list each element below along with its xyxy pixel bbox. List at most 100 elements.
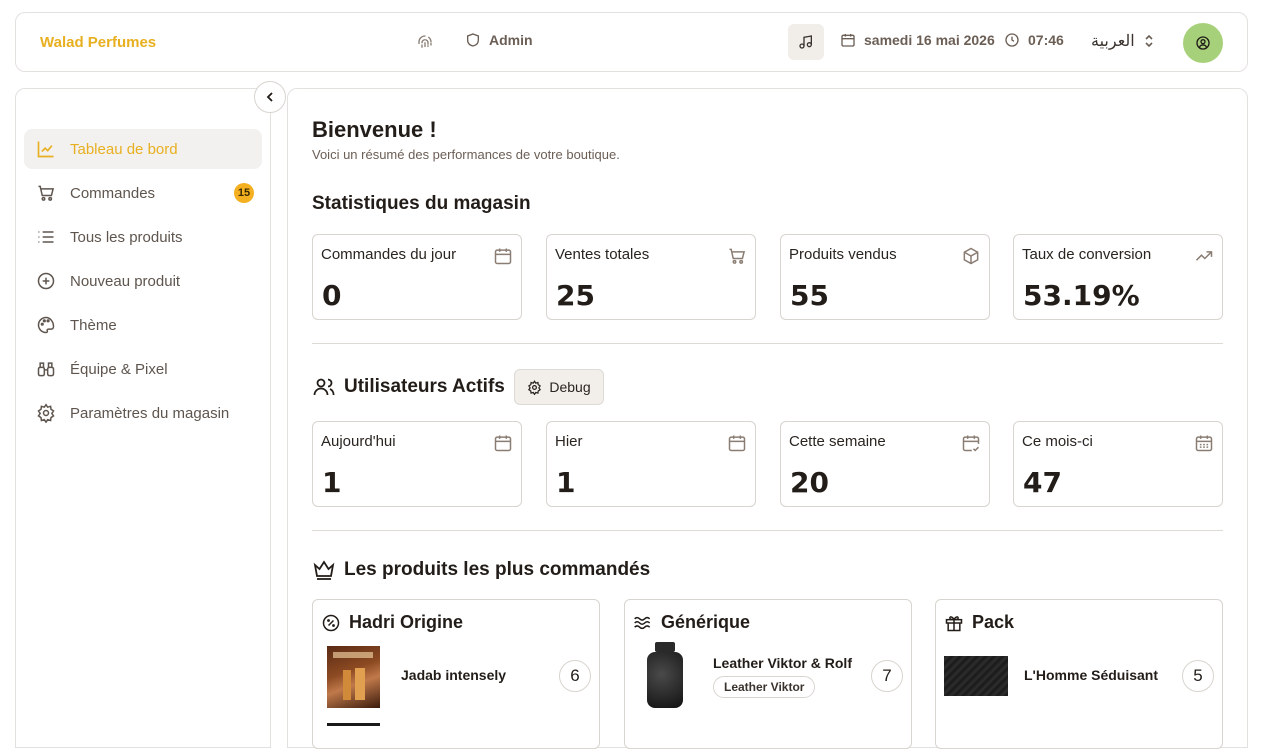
language-select[interactable]: العربية <box>1091 31 1155 51</box>
cart-icon <box>38 185 55 201</box>
sidebar-item-label: Tous les produits <box>70 228 183 246</box>
current-date: samedi 16 mai 2026 <box>840 32 995 48</box>
page-subtitle: Voici un résumé des performances de votr… <box>312 147 620 162</box>
store-stats-heading: Statistiques du magasin <box>312 193 531 215</box>
group-title: Générique <box>633 612 750 633</box>
calendar-icon <box>494 435 512 452</box>
user-circle-icon <box>1196 36 1210 50</box>
users-card-this-month: Ce mois-ci 47 <box>1013 421 1223 507</box>
sidebar-item-label: Commandes <box>70 184 156 202</box>
group-title-text: Générique <box>661 612 751 632</box>
sidebar-item-label: Tableau de bord <box>70 140 178 158</box>
fingerprint-icon[interactable] <box>416 33 434 51</box>
sidebar-item-label: Équipe & Pixel <box>70 360 168 378</box>
product-name: L'Homme Séduisant <box>1024 667 1159 683</box>
stat-value: 53.19% <box>1023 279 1140 312</box>
sidebar-item-all-products[interactable]: Tous les produits <box>24 217 262 257</box>
section-divider <box>312 530 1223 531</box>
section-divider <box>312 343 1223 344</box>
sidebar-collapse-button[interactable] <box>254 81 286 113</box>
product-name: Leather Viktor & Rolf <box>713 655 852 671</box>
percent-badge-icon <box>322 614 340 631</box>
gear-icon <box>37 403 55 423</box>
waves-icon <box>634 616 651 629</box>
calendar-check-icon <box>962 435 980 452</box>
brand-logo[interactable]: Walad Perfumes <box>40 34 156 51</box>
music-note-icon <box>799 35 812 49</box>
sidebar-item-orders[interactable]: Commandes 15 <box>24 173 262 213</box>
section-title: Les produits les plus commandés <box>344 559 651 580</box>
stat-value: 1 <box>322 466 342 499</box>
section-title: Statistiques du magasin <box>312 193 531 214</box>
gear-icon <box>528 379 542 395</box>
top-product-card-generique[interactable]: Générique Leather Viktor & Rolf Leather … <box>624 599 912 749</box>
palette-icon <box>37 316 55 334</box>
cart-icon <box>729 248 746 264</box>
sidebar: Tableau de bord Commandes 15 Tous les pr… <box>15 88 271 748</box>
top-product-card-hadri[interactable]: Hadri Origine Jadab intensely 6 <box>312 599 600 749</box>
stat-value: 20 <box>790 466 829 499</box>
calendar-icon <box>728 435 746 452</box>
user-avatar[interactable] <box>1183 23 1223 63</box>
group-title: Hadri Origine <box>321 612 463 633</box>
stat-label: Ventes totales <box>555 246 650 263</box>
shield-icon <box>467 33 479 47</box>
stat-card-conversion-rate: Taux de conversion 53.19% <box>1013 234 1223 320</box>
current-time: 07:46 <box>1004 32 1064 48</box>
sidebar-item-team-pixel[interactable]: Équipe & Pixel <box>24 349 262 389</box>
sidebar-item-new-product[interactable]: Nouveau produit <box>24 261 262 301</box>
role-label: Admin <box>489 32 533 48</box>
order-count: 6 <box>559 660 591 692</box>
top-products-heading: Les produits les plus commandés <box>312 558 650 582</box>
calendar-grid-icon <box>1195 435 1213 452</box>
stat-value: 1 <box>556 466 576 499</box>
sidebar-item-label: Paramètres du magasin <box>70 404 230 422</box>
page-title: Bienvenue ! <box>312 117 437 142</box>
stat-label: Taux de conversion <box>1022 246 1152 263</box>
stat-value: 25 <box>556 279 595 312</box>
top-product-card-pack[interactable]: Pack L'Homme Séduisant 5 <box>935 599 1223 749</box>
clock-icon <box>1005 33 1019 47</box>
group-title: Pack <box>944 612 1014 633</box>
order-count: 7 <box>871 660 903 692</box>
plus-circle-icon <box>37 272 55 290</box>
music-button[interactable] <box>788 24 824 60</box>
group-title-text: Hadri Origine <box>349 612 464 632</box>
gift-icon <box>945 615 963 631</box>
users-card-yesterday: Hier 1 <box>546 421 756 507</box>
stat-label: Commandes du jour <box>321 246 457 263</box>
product-name: Jadab intensely <box>401 667 507 683</box>
list-icon <box>38 231 54 243</box>
trending-up-icon <box>1195 251 1213 261</box>
date-label: samedi 16 mai 2026 <box>864 32 995 48</box>
product-image <box>327 646 380 708</box>
debug-button[interactable]: Debug <box>514 369 604 405</box>
sidebar-item-label: Thème <box>70 316 117 334</box>
chevron-up-down-icon <box>1145 34 1153 48</box>
role-indicator: Admin <box>465 32 533 48</box>
sidebar-item-theme[interactable]: Thème <box>24 305 262 345</box>
users-card-today: Aujourd'hui 1 <box>312 421 522 507</box>
calendar-icon <box>841 34 855 47</box>
product-tag: Leather Viktor <box>713 676 816 698</box>
stat-label: Hier <box>555 433 583 450</box>
binoculars-icon <box>37 362 55 377</box>
sidebar-item-dashboard[interactable]: Tableau de bord <box>24 129 262 169</box>
section-title: Utilisateurs Actifs <box>344 376 505 397</box>
calendar-icon <box>494 248 512 265</box>
sidebar-item-store-settings[interactable]: Paramètres du magasin <box>24 393 262 433</box>
stat-label: Produits vendus <box>789 246 897 263</box>
crown-icon <box>313 560 335 580</box>
debug-label: Debug <box>549 379 591 395</box>
stat-value: 55 <box>790 279 829 312</box>
stat-value: 47 <box>1023 466 1062 499</box>
top-bar: Walad Perfumes Admin samedi 16 mai 2026 … <box>15 12 1248 72</box>
main-content: Bienvenue ! Voici un résumé des performa… <box>287 88 1248 749</box>
product-image <box>643 642 687 710</box>
order-count: 5 <box>1182 660 1214 692</box>
users-icon <box>313 378 335 396</box>
orders-count-badge: 15 <box>234 183 254 203</box>
box-icon <box>963 247 979 265</box>
users-card-this-week: Cette semaine 20 <box>780 421 990 507</box>
chart-icon <box>37 141 54 158</box>
